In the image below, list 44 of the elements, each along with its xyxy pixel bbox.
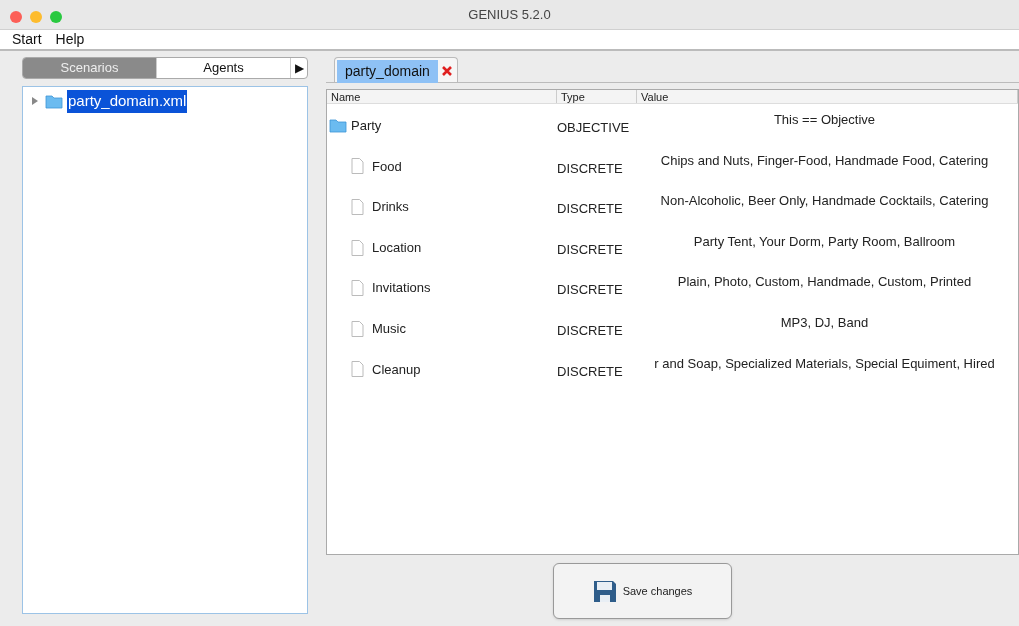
file-icon (351, 361, 364, 378)
save-button[interactable]: Save changes (553, 563, 732, 619)
expand-icon[interactable] (31, 97, 39, 106)
minimize-icon[interactable] (30, 11, 42, 23)
name-cell-text: Cleanup (372, 360, 421, 379)
type-cell: DISCRETE (557, 201, 623, 217)
type-cell: DISCRETE (557, 363, 623, 379)
file-icon (351, 280, 364, 297)
type-cell: DISCRETE (557, 322, 623, 338)
name-cell-text: Invitations (372, 279, 431, 298)
folder-icon (45, 93, 63, 109)
name-cell-text: Food (372, 157, 402, 176)
column-header[interactable]: Name (327, 90, 557, 103)
value-cell-text: This == Objective (773, 111, 876, 129)
type-cell: DISCRETE (557, 282, 623, 298)
value-cell-text: Party Tent, Your Dorm, Party Room, Ballroom (693, 232, 956, 251)
value-cell-text: r and Soap, Specialized Materials, Special Equiment, Hired (654, 354, 995, 373)
file-icon (351, 158, 364, 175)
close-icon[interactable] (440, 65, 453, 77)
type-cell: DISCRETE (557, 160, 623, 176)
value-cell-text: Chips and Nuts, Finger-Food, Handmade Food, Catering (660, 151, 989, 170)
column-header[interactable]: Value (637, 90, 1018, 103)
window-title: GENIUS 5.2.0 (468, 5, 551, 24)
column-header[interactable]: Type (557, 90, 637, 103)
tree-item[interactable]: party_domain.xml (67, 90, 188, 113)
editor-tab[interactable]: party_domain (334, 57, 458, 82)
value-cell-text: Plain, Photo, Custom, Handmade, Custom, Printed (677, 273, 972, 292)
value-cell-text: MP3, DJ, Band (780, 313, 869, 332)
name-cell-text: Party (351, 117, 382, 135)
menu-item[interactable]: Help (55, 29, 85, 50)
name-cell-text: Drinks (372, 198, 409, 217)
type-cell: OBJECTIVE (557, 120, 630, 135)
type-cell: DISCRETE (557, 241, 623, 257)
file-icon (351, 239, 364, 256)
scroll-tabs-button[interactable]: ▶ (291, 58, 307, 78)
value-cell-text: Non-Alcoholic, Beer Only, Handmade Cocktails, Catering (660, 192, 989, 211)
name-cell-text: Location (372, 238, 422, 257)
menu-item[interactable]: Start (12, 29, 42, 50)
name-cell-text: Music (372, 319, 406, 338)
folder-icon (329, 118, 347, 134)
file-icon (351, 198, 364, 215)
close-icon[interactable] (10, 11, 22, 23)
maximize-icon[interactable] (50, 11, 62, 23)
file-icon (351, 320, 364, 337)
